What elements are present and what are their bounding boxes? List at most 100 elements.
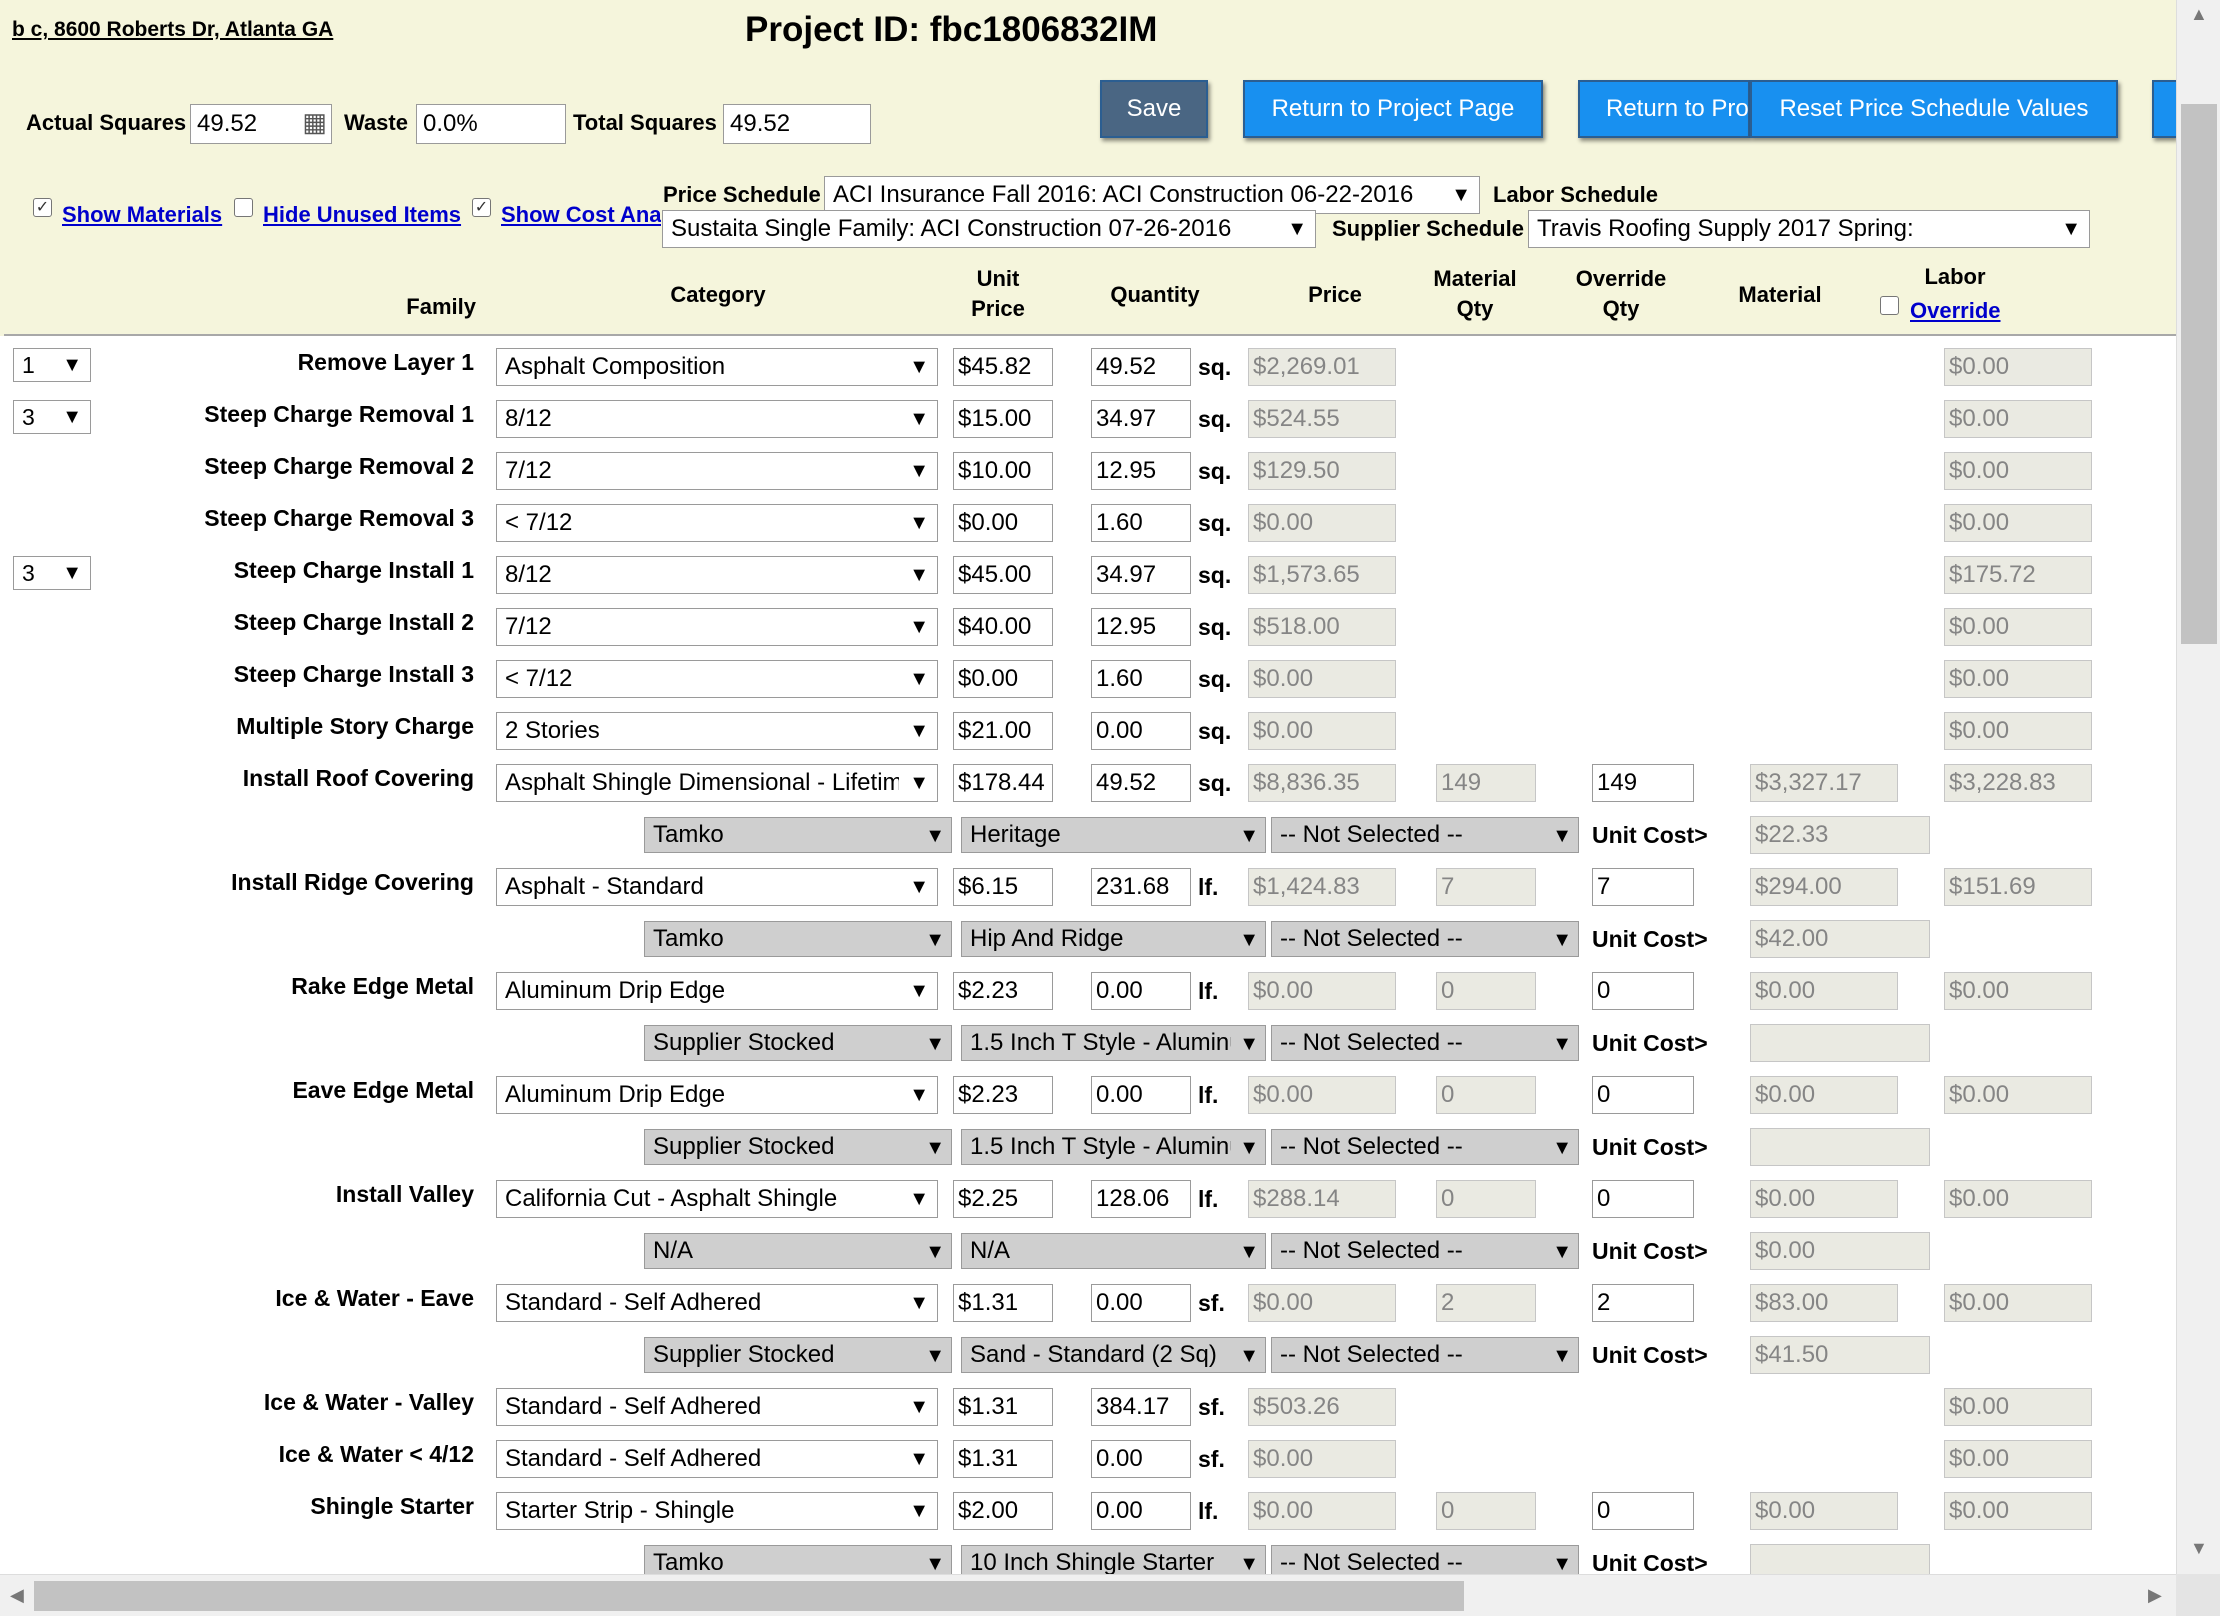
labor-schedule-select[interactable]: Sustaita Single Family: ACI Construction…	[662, 210, 1316, 248]
override-qty-input[interactable]: 0	[1592, 972, 1694, 1010]
unit-price-input[interactable]: $10.00	[953, 452, 1053, 490]
category-select[interactable]: California Cut - Asphalt Shingle ▼	[496, 1180, 938, 1218]
show-cost-link[interactable]: Show Cost Anal	[501, 202, 661, 228]
category-select[interactable]: Aluminum Drip Edge ▼	[496, 1076, 938, 1114]
vertical-scrollbar[interactable]: ▲ ▼	[2176, 0, 2220, 1574]
show-materials-link[interactable]: Show Materials	[62, 202, 222, 228]
scroll-left-icon[interactable]: ◀	[10, 1585, 24, 1606]
labor-override-link[interactable]: Override	[1910, 298, 2001, 324]
category-select[interactable]: Starter Strip - Shingle ▼	[496, 1492, 938, 1530]
quantity-input[interactable]: 0.00	[1091, 972, 1191, 1010]
quantity-input[interactable]: 0.00	[1091, 1076, 1191, 1114]
unit-price-input[interactable]: $45.82	[953, 348, 1053, 386]
return-to-pro-button[interactable]: Return to Pro	[1578, 80, 1750, 138]
category-select[interactable]: Standard - Self Adhered ▼	[496, 1284, 938, 1322]
show-cost-checkbox[interactable]: ✓	[472, 198, 491, 217]
override-qty-input[interactable]: 0	[1592, 1076, 1694, 1114]
horizontal-scroll-thumb[interactable]	[34, 1581, 1464, 1611]
unit-price-input[interactable]: $0.00	[953, 504, 1053, 542]
calculator-icon[interactable]: ▦	[302, 107, 327, 137]
brand-select[interactable]: N/A ▼	[644, 1233, 952, 1269]
product-select[interactable]: 1.5 Inch T Style - Aluminum ▼	[961, 1025, 1266, 1061]
override-qty-input[interactable]: 0	[1592, 1492, 1694, 1530]
variant-select[interactable]: -- Not Selected -- ▼	[1271, 1337, 1579, 1373]
override-qty-input[interactable]: 7	[1592, 868, 1694, 906]
category-select[interactable]: 2 Stories ▼	[496, 712, 938, 750]
category-select[interactable]: Asphalt Shingle Dimensional - Lifetime ▼	[496, 764, 938, 802]
quantity-input[interactable]: 0.00	[1091, 712, 1191, 750]
quantity-input[interactable]: 34.97	[1091, 400, 1191, 438]
brand-select[interactable]: Supplier Stocked ▼	[644, 1025, 952, 1061]
product-select[interactable]: Sand - Standard (2 Sq) ▼	[961, 1337, 1266, 1373]
unit-price-input[interactable]: $45.00	[953, 556, 1053, 594]
actual-squares-input[interactable]: 49.52 ▦	[190, 104, 332, 144]
show-materials-checkbox[interactable]: ✓	[33, 198, 52, 217]
overflow-button[interactable]	[2152, 80, 2176, 138]
hide-unused-checkbox[interactable]	[234, 198, 253, 217]
price-schedule-select[interactable]: ACI Insurance Fall 2016: ACI Constructio…	[824, 176, 1480, 214]
quantity-input[interactable]: 0.00	[1091, 1284, 1191, 1322]
quantity-input[interactable]: 34.97	[1091, 556, 1191, 594]
unit-price-input[interactable]: $0.00	[953, 660, 1053, 698]
quantity-input[interactable]: 12.95	[1091, 608, 1191, 646]
project-address-link[interactable]: b c, 8600 Roberts Dr, Atlanta GA	[12, 18, 333, 42]
unit-price-input[interactable]: $40.00	[953, 608, 1053, 646]
quantity-input[interactable]: 12.95	[1091, 452, 1191, 490]
variant-select[interactable]: -- Not Selected -- ▼	[1271, 1025, 1579, 1061]
variant-select[interactable]: -- Not Selected -- ▼	[1271, 921, 1579, 957]
category-select[interactable]: Asphalt - Standard ▼	[496, 868, 938, 906]
quantity-input[interactable]: 0.00	[1091, 1440, 1191, 1478]
scroll-down-icon[interactable]: ▼	[2190, 1538, 2208, 1559]
unit-price-input[interactable]: $6.15	[953, 868, 1053, 906]
hide-unused-link[interactable]: Hide Unused Items	[263, 202, 461, 228]
unit-price-input[interactable]: $2.23	[953, 1076, 1053, 1114]
supplier-schedule-select[interactable]: Travis Roofing Supply 2017 Spring: ▼	[1528, 210, 2090, 248]
waste-input[interactable]: 0.0%	[416, 104, 566, 144]
variant-select[interactable]: -- Not Selected -- ▼	[1271, 1129, 1579, 1165]
horizontal-scrollbar[interactable]: ◀ ▶	[0, 1574, 2176, 1616]
unit-price-input[interactable]: $2.25	[953, 1180, 1053, 1218]
reset-price-schedule-button[interactable]: Reset Price Schedule Values	[1750, 80, 2118, 138]
labor-override-checkbox[interactable]	[1880, 296, 1899, 315]
product-select[interactable]: Heritage ▼	[961, 817, 1266, 853]
product-select[interactable]: 1.5 Inch T Style - Aluminum ▼	[961, 1129, 1266, 1165]
quantity-input[interactable]: 384.17	[1091, 1388, 1191, 1426]
category-select[interactable]: 8/12 ▼	[496, 400, 938, 438]
category-select[interactable]: Aluminum Drip Edge ▼	[496, 972, 938, 1010]
quantity-input[interactable]: 49.52	[1091, 764, 1191, 802]
scroll-right-icon[interactable]: ▶	[2148, 1585, 2162, 1606]
quantity-input[interactable]: 231.68	[1091, 868, 1191, 906]
unit-price-input[interactable]: $15.00	[953, 400, 1053, 438]
unit-price-input[interactable]: $21.00	[953, 712, 1053, 750]
total-squares-input[interactable]: 49.52	[723, 104, 871, 144]
unit-price-input[interactable]: $1.31	[953, 1388, 1053, 1426]
brand-select[interactable]: Supplier Stocked ▼	[644, 1129, 952, 1165]
quantity-input[interactable]: 1.60	[1091, 660, 1191, 698]
quantity-input[interactable]: 49.52	[1091, 348, 1191, 386]
category-select[interactable]: < 7/12 ▼	[496, 504, 938, 542]
category-select[interactable]: 8/12 ▼	[496, 556, 938, 594]
override-qty-input[interactable]: 0	[1592, 1180, 1694, 1218]
quantity-input[interactable]: 0.00	[1091, 1492, 1191, 1530]
unit-price-input[interactable]: $2.00	[953, 1492, 1053, 1530]
brand-select[interactable]: Tamko ▼	[644, 921, 952, 957]
category-select[interactable]: 7/12 ▼	[496, 452, 938, 490]
product-select[interactable]: Hip And Ridge ▼	[961, 921, 1266, 957]
variant-select[interactable]: -- Not Selected -- ▼	[1271, 817, 1579, 853]
override-qty-input[interactable]: 2	[1592, 1284, 1694, 1322]
category-select[interactable]: < 7/12 ▼	[496, 660, 938, 698]
category-select[interactable]: Standard - Self Adhered ▼	[496, 1388, 938, 1426]
unit-price-input[interactable]: $2.23	[953, 972, 1053, 1010]
category-select[interactable]: 7/12 ▼	[496, 608, 938, 646]
override-qty-input[interactable]: 149	[1592, 764, 1694, 802]
vertical-scroll-thumb[interactable]	[2181, 104, 2217, 644]
unit-price-input[interactable]: $1.31	[953, 1440, 1053, 1478]
unit-price-input[interactable]: $178.44	[953, 764, 1053, 802]
quantity-input[interactable]: 1.60	[1091, 504, 1191, 542]
save-button[interactable]: Save	[1100, 80, 1208, 138]
product-select[interactable]: N/A ▼	[961, 1233, 1266, 1269]
return-to-project-button[interactable]: Return to Project Page	[1243, 80, 1543, 138]
category-select[interactable]: Asphalt Composition ▼	[496, 348, 938, 386]
quantity-input[interactable]: 128.06	[1091, 1180, 1191, 1218]
unit-price-input[interactable]: $1.31	[953, 1284, 1053, 1322]
